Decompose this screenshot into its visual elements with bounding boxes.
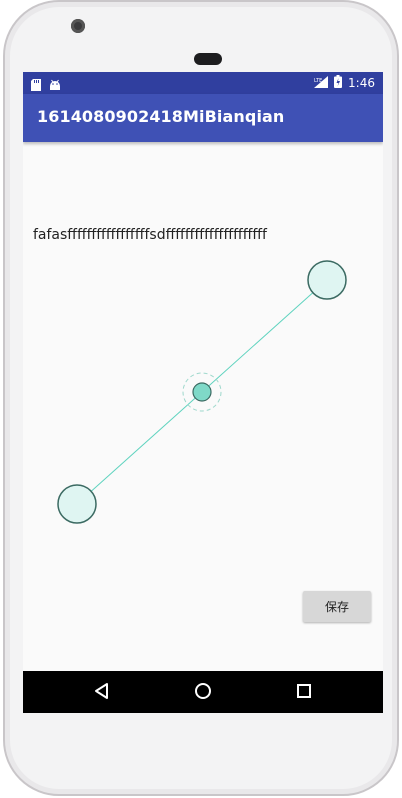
end-handle-top-right[interactable] <box>307 260 347 300</box>
save-button[interactable]: 保存 <box>303 591 371 622</box>
app-title: 1614080902418MiBianqian <box>37 107 285 126</box>
front-camera <box>71 19 85 33</box>
screen: LTE 1:46 1614080902418MiBianqian fafasff… <box>23 72 383 713</box>
status-bar: LTE 1:46 <box>23 72 383 94</box>
back-icon[interactable] <box>93 682 109 704</box>
signal-icon: LTE <box>314 75 329 91</box>
center-handle[interactable] <box>192 382 212 402</box>
sd-card-icon <box>31 76 41 95</box>
battery-icon <box>334 75 343 91</box>
app-bar: 1614080902418MiBianqian <box>23 94 383 142</box>
lte-label: LTE <box>314 78 322 84</box>
navigation-bar <box>23 671 383 713</box>
status-time: 1:46 <box>348 76 375 90</box>
end-handle-bottom-left[interactable] <box>57 484 97 524</box>
home-icon[interactable] <box>194 682 212 704</box>
recents-icon[interactable] <box>296 682 312 704</box>
android-icon <box>49 76 61 95</box>
earpiece-speaker <box>194 53 222 65</box>
